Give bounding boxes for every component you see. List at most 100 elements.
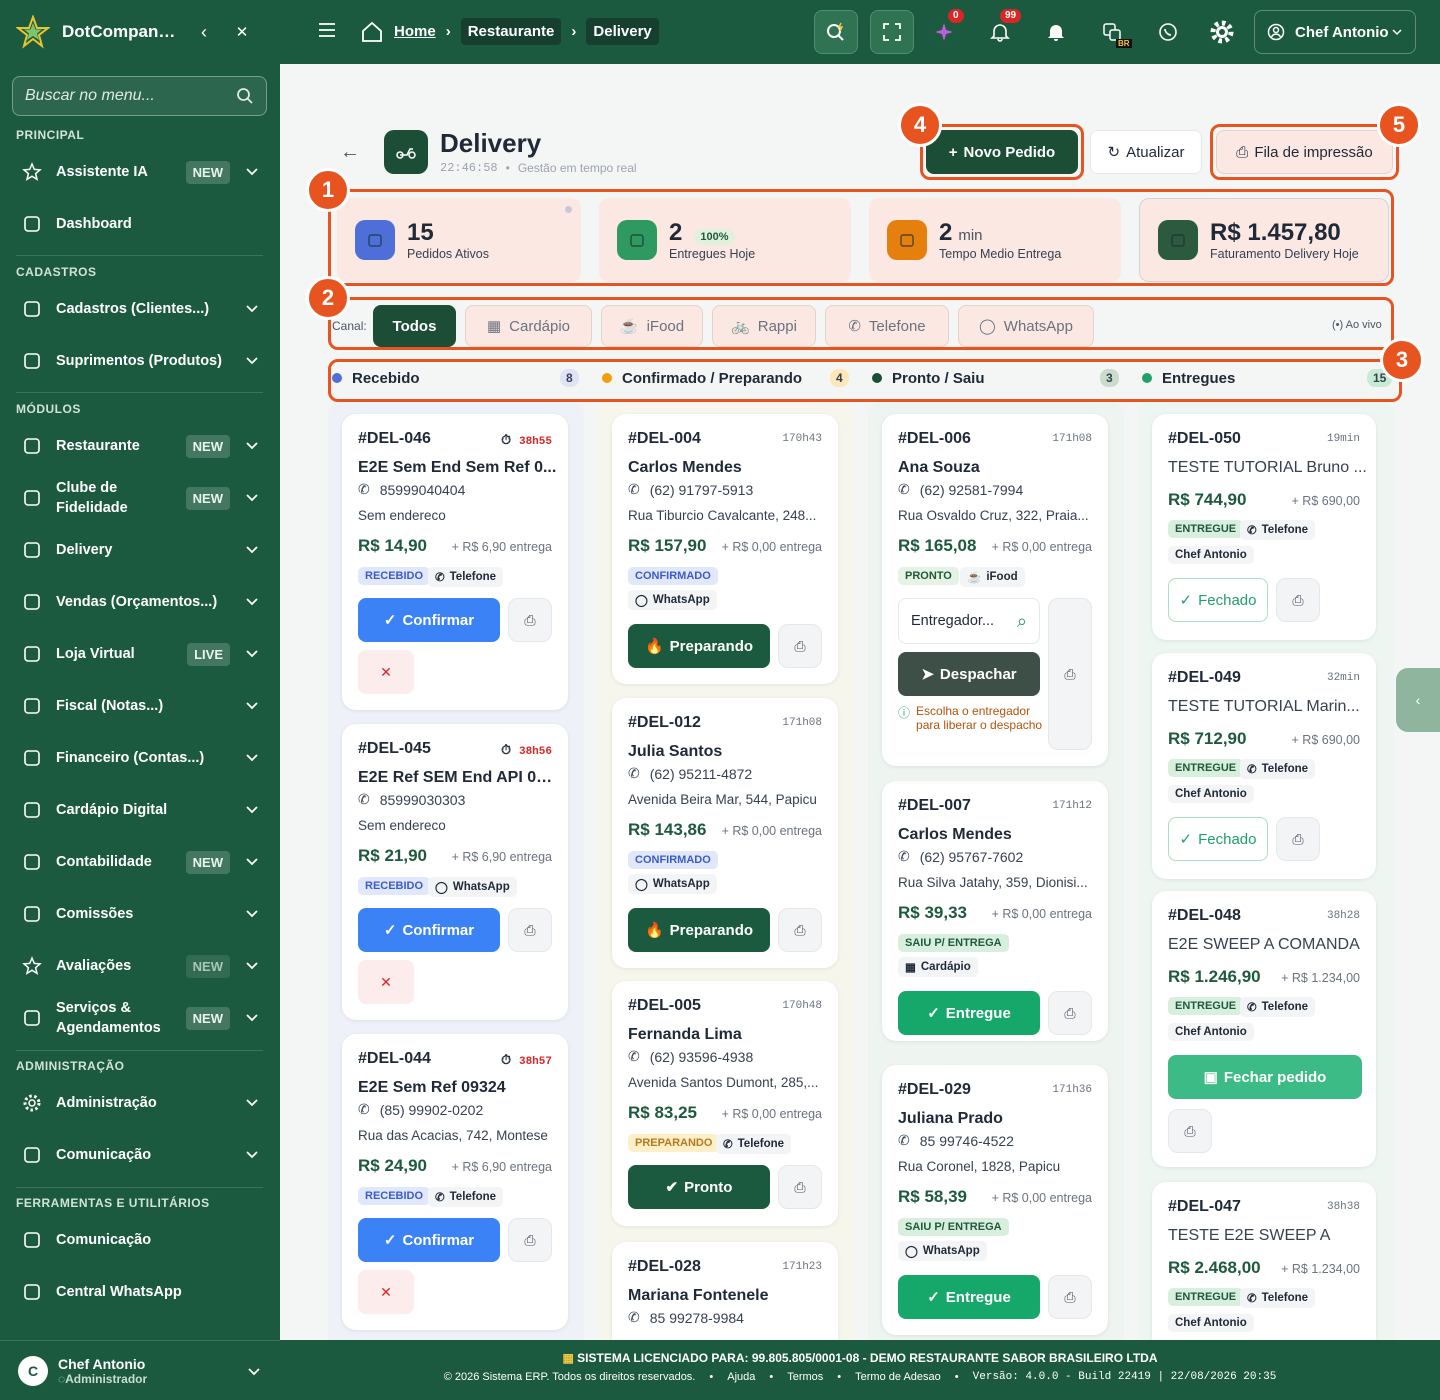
language-icon[interactable]: BR <box>1100 20 1132 48</box>
cancel-button[interactable]: ✕ <box>358 1270 414 1314</box>
whatsapp-icon[interactable] <box>1156 20 1180 44</box>
cancel-button[interactable]: ✕ <box>358 960 414 1004</box>
breadcrumb-home[interactable]: Home <box>394 23 436 40</box>
ready-button[interactable]: ✔ Pronto <box>628 1165 770 1209</box>
kpi-text: 15 Pedidos Ativos <box>407 219 489 261</box>
order-card[interactable]: #DEL-044 ⏱ 38h57 E2E Sem Ref 09324 ✆ (85) 99… <box>342 1034 568 1330</box>
tab-todos[interactable]: Todos <box>373 305 456 347</box>
dispatch-button[interactable]: ➤ Despachar <box>898 652 1040 696</box>
close-sidebar-icon[interactable]: ✕ <box>231 23 253 41</box>
sidebar-item-6[interactable]: Delivery <box>0 530 280 570</box>
tab-cardápio[interactable]: ▦ Cardápio <box>465 305 592 347</box>
confirm-button[interactable]: ✓ Confirmar <box>358 908 500 952</box>
sidebar-item-14[interactable]: Avaliações NEW <box>0 946 280 986</box>
sidebar-item-2[interactable]: Cadastros (Clientes...) <box>0 289 280 329</box>
close-order-button[interactable]: ▣ Fechar pedido <box>1168 1055 1362 1099</box>
print-button[interactable]: ⎙ <box>778 624 822 668</box>
preparing-button[interactable]: 🔥 Preparando <box>628 624 770 668</box>
print-button[interactable]: ⎙ <box>1168 1109 1212 1153</box>
closed-button[interactable]: ✓ Fechado <box>1168 578 1268 622</box>
tab-rappi[interactable]: 🚲 Rappi <box>712 305 816 347</box>
sidebar-item-label: Assistente IA <box>56 164 148 180</box>
sidebar-item-12[interactable]: Contabilidade NEW <box>0 842 280 882</box>
sidebar-item-1[interactable]: Dashboard <box>0 204 280 244</box>
tab-ifood[interactable]: ☕ iFood <box>601 305 703 347</box>
sidebar-item-17[interactable]: Comunicação <box>0 1135 280 1175</box>
sidebar-item-10[interactable]: Financeiro (Contas...) <box>0 738 280 778</box>
sidebar-item-7[interactable]: Vendas (Orçamentos...) <box>0 582 280 622</box>
order-card[interactable]: #DEL-005 170h48 Fernanda Lima ✆ (62) 93596-4… <box>612 981 838 1226</box>
sidebar-item-5[interactable]: Clube de Fidelidade NEW <box>0 478 280 518</box>
new-order-button[interactable]: + Novo Pedido <box>926 130 1078 174</box>
notifications-icon[interactable]: 99 <box>988 9 1022 44</box>
footer-link-adesao[interactable]: Termo de Adesao <box>855 1371 941 1383</box>
sidebar-item-13[interactable]: Comissões <box>0 894 280 934</box>
button-label: Confirmar <box>402 611 475 629</box>
print-button[interactable]: ⎙ <box>508 1218 552 1262</box>
sidebar-user[interactable]: C Chef Antonio ◌Administrador <box>0 1340 280 1400</box>
back-arrow-icon[interactable]: ← <box>340 141 360 164</box>
sidebar-item-19[interactable]: Central WhatsApp <box>0 1272 280 1312</box>
divider <box>16 1187 263 1188</box>
order-card[interactable]: #DEL-048 38h28 E2E SWEEP A COMANDA R$ 1.246… <box>1152 891 1376 1167</box>
footer-link-termos[interactable]: Termos <box>787 1371 823 1383</box>
delivered-button[interactable]: ✓ Entregue <box>898 1275 1040 1319</box>
print-button[interactable]: ⎙ <box>778 1165 822 1209</box>
delivered-button[interactable]: ✓ Entregue <box>898 991 1040 1035</box>
courier-select-input[interactable]: Entregador... ⌕ <box>898 598 1040 644</box>
order-card[interactable]: #DEL-004 170h43 Carlos Mendes ✆ (62) 91797-5… <box>612 414 838 684</box>
print-button[interactable]: ⎙ <box>1048 991 1092 1035</box>
sidebar-item-15[interactable]: Serviços & Agendamentos NEW <box>0 998 280 1038</box>
preparing-button[interactable]: 🔥 Preparando <box>628 908 770 952</box>
print-button[interactable]: ⎙ <box>1048 1275 1092 1319</box>
order-card[interactable]: #DEL-045 ⏱ 38h56 E2E Ref SEM End API 09...… <box>342 724 568 1020</box>
sidebar-item-9[interactable]: Fiscal (Notas...) <box>0 686 280 726</box>
print-button[interactable]: ⎙ <box>1276 817 1320 861</box>
order-card[interactable]: #DEL-006 171h08 Ana Souza ✆ (62) 92581-7994 R… <box>882 414 1108 766</box>
sidebar-item-label: Suprimentos (Produtos) <box>56 353 222 369</box>
sidebar-item-16[interactable]: Administração <box>0 1083 280 1123</box>
channel-label: WhatsApp <box>452 881 510 893</box>
order-card[interactable]: #DEL-049 32min TESTE TUTORIAL Marin... R$ 7… <box>1152 653 1376 879</box>
footer-link-ajuda[interactable]: Ajuda <box>727 1371 755 1383</box>
tab-telefone[interactable]: ✆ Telefone <box>825 305 949 347</box>
print-button[interactable]: ⎙ <box>778 908 822 952</box>
sidebar-item-8[interactable]: Loja Virtual LIVE <box>0 634 280 674</box>
search-placeholder: Buscar no menu... <box>25 87 155 104</box>
whatsapp-icon: ◯ <box>905 1246 918 1258</box>
fullscreen-button[interactable] <box>870 10 914 54</box>
user-menu-button[interactable]: Chef Antonio <box>1254 10 1416 54</box>
order-card[interactable]: #DEL-047 38h38 TESTE E2E SWEEP A R$ 2.468,0… <box>1152 1182 1376 1352</box>
closed-button[interactable]: ✓ Fechado <box>1168 817 1268 861</box>
print-button[interactable]: ⎙ <box>508 908 552 952</box>
order-card[interactable]: #DEL-029 171h36 Juliana Prado ✆ 85 99746-452… <box>882 1065 1108 1335</box>
sidebar-item-18[interactable]: Comunicação <box>0 1220 280 1260</box>
cancel-button[interactable]: ✕ <box>358 650 414 694</box>
sidebar-item-11[interactable]: Cardápio Digital <box>0 790 280 830</box>
confirm-button[interactable]: ✓ Confirmar <box>358 598 500 642</box>
status-badge: RECEBIDO <box>358 1187 431 1205</box>
order-card[interactable]: #DEL-046 ⏱ 38h55 E2E Sem End Sem Ref 0... ✆… <box>342 414 568 710</box>
order-card[interactable]: #DEL-007 171h12 Carlos Mendes ✆ (62) 95767-7… <box>882 781 1108 1041</box>
ai-sparkle-icon[interactable]: 0 <box>932 9 964 44</box>
sidebar-item-3[interactable]: Suprimentos (Produtos) <box>0 341 280 381</box>
tab-whatsapp[interactable]: ◯ WhatsApp <box>958 305 1094 347</box>
refresh-button[interactable]: ↻ Atualizar <box>1090 130 1202 174</box>
print-button[interactable]: ⎙ <box>1048 598 1092 750</box>
settings-gear-icon[interactable] <box>1208 18 1236 46</box>
confirm-button[interactable]: ✓ Confirmar <box>358 1218 500 1262</box>
sidebar-item-4[interactable]: Restaurante NEW <box>0 426 280 466</box>
global-search-button[interactable] <box>814 10 858 54</box>
sidebar-item-0[interactable]: Assistente IA NEW <box>0 152 280 192</box>
print-button[interactable]: ⎙ <box>508 598 552 642</box>
sidebar-search-input[interactable]: Buscar no menu... <box>12 76 267 116</box>
side-panel-toggle[interactable]: ‹ <box>1396 668 1440 732</box>
print-button[interactable]: ⎙ <box>1276 578 1320 622</box>
breadcrumb-restaurante[interactable]: Restaurante <box>460 18 562 45</box>
collapse-sidebar-icon[interactable]: ‹ <box>193 22 215 43</box>
menu-toggle-icon[interactable] <box>318 22 336 41</box>
print-queue-button[interactable]: ⎙ Fila de impressão <box>1216 130 1393 174</box>
order-card[interactable]: #DEL-050 19min TESTE TUTORIAL Bruno ... R$ … <box>1152 414 1376 640</box>
bell-icon[interactable] <box>1044 20 1068 44</box>
order-card[interactable]: #DEL-012 171h08 Julia Santos ✆ (62) 95211-48… <box>612 698 838 968</box>
